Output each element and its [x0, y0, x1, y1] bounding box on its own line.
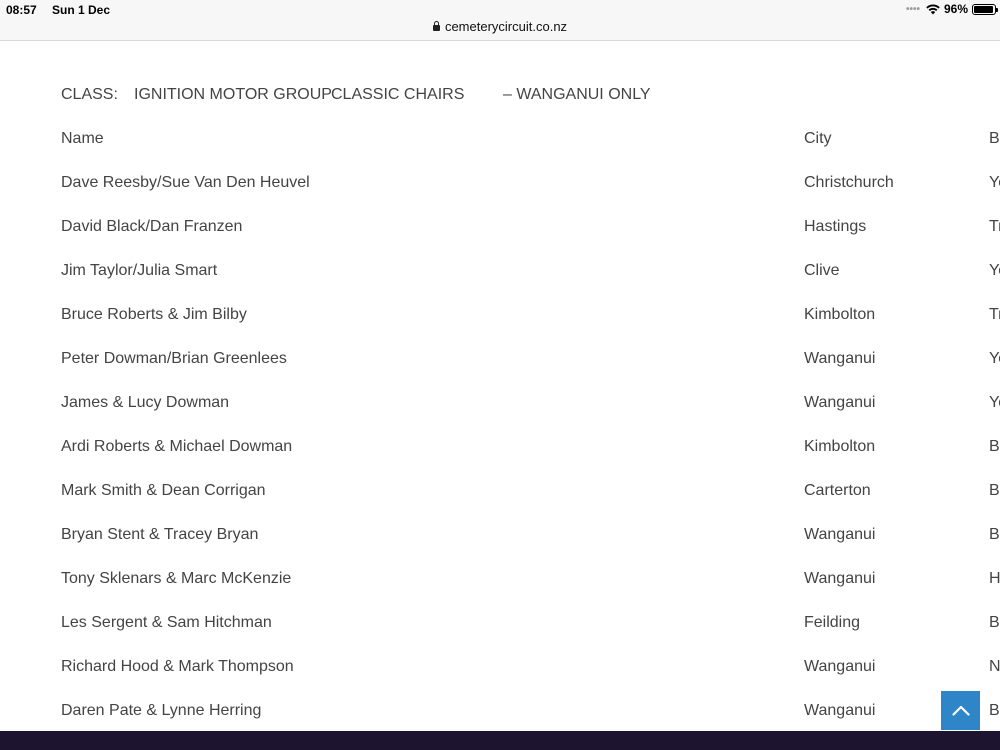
row-city: Christchurch — [804, 174, 894, 191]
row-name: Les Sergent & Sam Hitchman — [61, 614, 272, 631]
row-city: Wanganui — [804, 702, 876, 719]
row-third: Tr — [989, 218, 1000, 235]
header-city: City — [804, 130, 832, 147]
table-row: David Black/Dan Franzen Hastings Tr — [0, 218, 1000, 262]
cellular-signal-icon: •••• — [905, 3, 920, 15]
ios-status-bar: 08:57 Sun 1 Dec •••• 96% cemeterycircuit… — [0, 0, 1000, 41]
table-row: Bruce Roberts & Jim Bilby Kimbolton Tr — [0, 306, 1000, 350]
row-name: Jim Taylor/Julia Smart — [61, 262, 218, 279]
row-city: Wanganui — [804, 394, 876, 411]
table-row: Richard Hood & Mark Thompson Wanganui N — [0, 658, 1000, 702]
table-row: Tony Sklenars & Marc McKenzie Wanganui H — [0, 570, 1000, 614]
scroll-to-top-button[interactable] — [941, 691, 980, 730]
row-name: Richard Hood & Mark Thompson — [61, 658, 294, 675]
table-row: James & Lucy Dowman Wanganui Yo — [0, 394, 1000, 438]
row-third: N — [989, 658, 1000, 675]
row-name: Dave Reesby/Sue Van Den Heuvel — [61, 174, 310, 191]
battery-fill — [974, 5, 994, 13]
class-sponsor: IGNITION MOTOR GROUP — [134, 86, 332, 103]
row-city: Wanganui — [804, 570, 876, 587]
row-third: Yo — [989, 394, 1000, 411]
lock-icon — [432, 21, 440, 31]
row-city: Hastings — [804, 218, 867, 235]
row-city: Kimbolton — [804, 438, 876, 455]
header-third: B — [989, 130, 1000, 147]
row-third: H — [989, 570, 1000, 587]
row-city: Clive — [804, 262, 840, 279]
table-row: Bryan Stent & Tracey Bryan Wanganui B — [0, 526, 1000, 570]
table-row: Mark Smith & Dean Corrigan Carterton B — [0, 482, 1000, 526]
status-indicators: •••• 96% — [905, 2, 998, 16]
table-row: Les Sergent & Sam Hitchman Feilding B — [0, 614, 1000, 658]
status-time: 08:57 — [6, 3, 37, 17]
row-third: Yo — [989, 350, 1000, 367]
row-third: B — [989, 482, 1000, 499]
row-name: Bryan Stent & Tracey Bryan — [61, 526, 259, 543]
row-third: Yo — [989, 174, 1000, 191]
class-suffix: – WANGANUI ONLY — [503, 86, 651, 103]
row-third: B — [989, 614, 1000, 631]
table-row: Dave Reesby/Sue Van Den Heuvel Christchu… — [0, 174, 1000, 218]
table-row: Daren Pate & Lynne Herring Wanganui B — [0, 702, 1000, 731]
row-city: Wanganui — [804, 526, 876, 543]
battery-percent: 96% — [943, 2, 968, 16]
table-row: Peter Dowman/Brian Greenlees Wanganui Yo — [0, 350, 1000, 394]
row-third: Tr — [989, 306, 1000, 323]
row-name: Daren Pate & Lynne Herring — [61, 702, 262, 719]
row-city: Wanganui — [804, 658, 876, 675]
row-third: B — [989, 438, 1000, 455]
address-bar[interactable]: cemeterycircuit.co.nz — [0, 19, 1000, 34]
row-city: Carterton — [804, 482, 871, 499]
status-date: Sun 1 Dec — [52, 3, 111, 17]
row-city: Wanganui — [804, 350, 876, 367]
row-name: Mark Smith & Dean Corrigan — [61, 482, 266, 499]
row-name: Bruce Roberts & Jim Bilby — [61, 306, 247, 323]
row-name: James & Lucy Dowman — [61, 394, 230, 411]
row-third: B — [989, 702, 1000, 719]
table-header-row: Name City B — [0, 130, 1000, 174]
row-name: Peter Dowman/Brian Greenlees — [61, 350, 287, 367]
row-city: Kimbolton — [804, 306, 876, 323]
wifi-icon — [926, 3, 940, 14]
row-third: Yo — [989, 262, 1000, 279]
header-name: Name — [61, 130, 104, 147]
table-row: Ardi Roberts & Michael Dowman Kimbolton … — [0, 438, 1000, 482]
row-name: David Black/Dan Franzen — [61, 218, 243, 235]
page-content: CLASS: IGNITION MOTOR GROUP CLASSIC CHAI… — [0, 41, 1000, 731]
class-prefix: CLASS: — [61, 86, 118, 103]
row-third: B — [989, 526, 1000, 543]
row-name: Ardi Roberts & Michael Dowman — [61, 438, 293, 455]
class-name: CLASSIC CHAIRS — [331, 86, 465, 103]
footer-band — [0, 731, 1000, 750]
row-city: Feilding — [804, 614, 861, 631]
chevron-up-icon — [951, 705, 970, 716]
table-row: Jim Taylor/Julia Smart Clive Yo — [0, 262, 1000, 306]
battery-icon — [972, 3, 998, 15]
row-name: Tony Sklenars & Marc McKenzie — [61, 570, 292, 587]
url-text[interactable]: cemeterycircuit.co.nz — [445, 19, 567, 34]
